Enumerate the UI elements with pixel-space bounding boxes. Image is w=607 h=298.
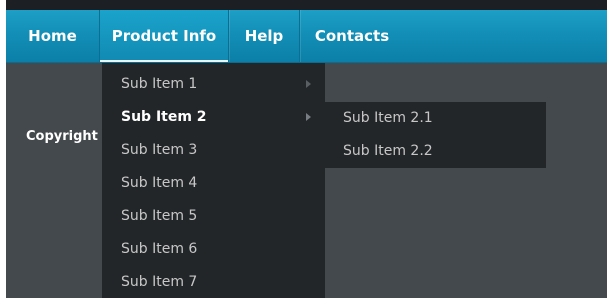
flyout-item-label: Sub Item 2.2 [343, 143, 433, 159]
product-info-dropdown: Sub Item 1 Sub Item 2 Sub Item 3 Sub Ite… [102, 63, 325, 298]
dropdown-item-sub-item-6[interactable]: Sub Item 6 [102, 233, 325, 266]
flyout-item-sub-item-2-1[interactable]: Sub Item 2.1 [325, 102, 546, 135]
application-window: Home Product Info Help Contacts Copyrigh… [6, 0, 607, 298]
dropdown-item-sub-item-4[interactable]: Sub Item 4 [102, 167, 325, 200]
dropdown-item-label: Sub Item 1 [121, 76, 198, 92]
dropdown-item-label: Sub Item 5 [121, 208, 198, 224]
dropdown-item-label: Sub Item 4 [121, 175, 198, 191]
dropdown-item-sub-item-7[interactable]: Sub Item 7 [102, 266, 325, 298]
main-navigation-bar: Home Product Info Help Contacts [6, 10, 607, 63]
dropdown-item-sub-item-3[interactable]: Sub Item 3 [102, 134, 325, 167]
copyright-text: Copyright [26, 129, 98, 144]
dropdown-item-label: Sub Item 6 [121, 241, 198, 257]
nav-item-home[interactable]: Home [6, 10, 99, 62]
chevron-right-icon [306, 113, 311, 121]
top-strip [6, 0, 607, 10]
nav-item-help[interactable]: Help [229, 10, 299, 62]
dropdown-item-sub-item-1[interactable]: Sub Item 1 [102, 68, 325, 101]
dropdown-item-sub-item-5[interactable]: Sub Item 5 [102, 200, 325, 233]
chevron-right-icon [306, 80, 311, 88]
dropdown-item-label: Sub Item 3 [121, 142, 198, 158]
flyout-item-sub-item-2-2[interactable]: Sub Item 2.2 [325, 135, 546, 168]
dropdown-item-sub-item-2[interactable]: Sub Item 2 [102, 101, 325, 134]
flyout-item-label: Sub Item 2.1 [343, 110, 433, 126]
dropdown-item-label: Sub Item 2 [121, 109, 207, 125]
sub-item-2-flyout: Sub Item 2.1 Sub Item 2.2 [325, 102, 546, 168]
nav-item-product-info[interactable]: Product Info [100, 10, 228, 62]
dropdown-item-label: Sub Item 7 [121, 274, 198, 290]
nav-item-contacts[interactable]: Contacts [300, 10, 404, 62]
